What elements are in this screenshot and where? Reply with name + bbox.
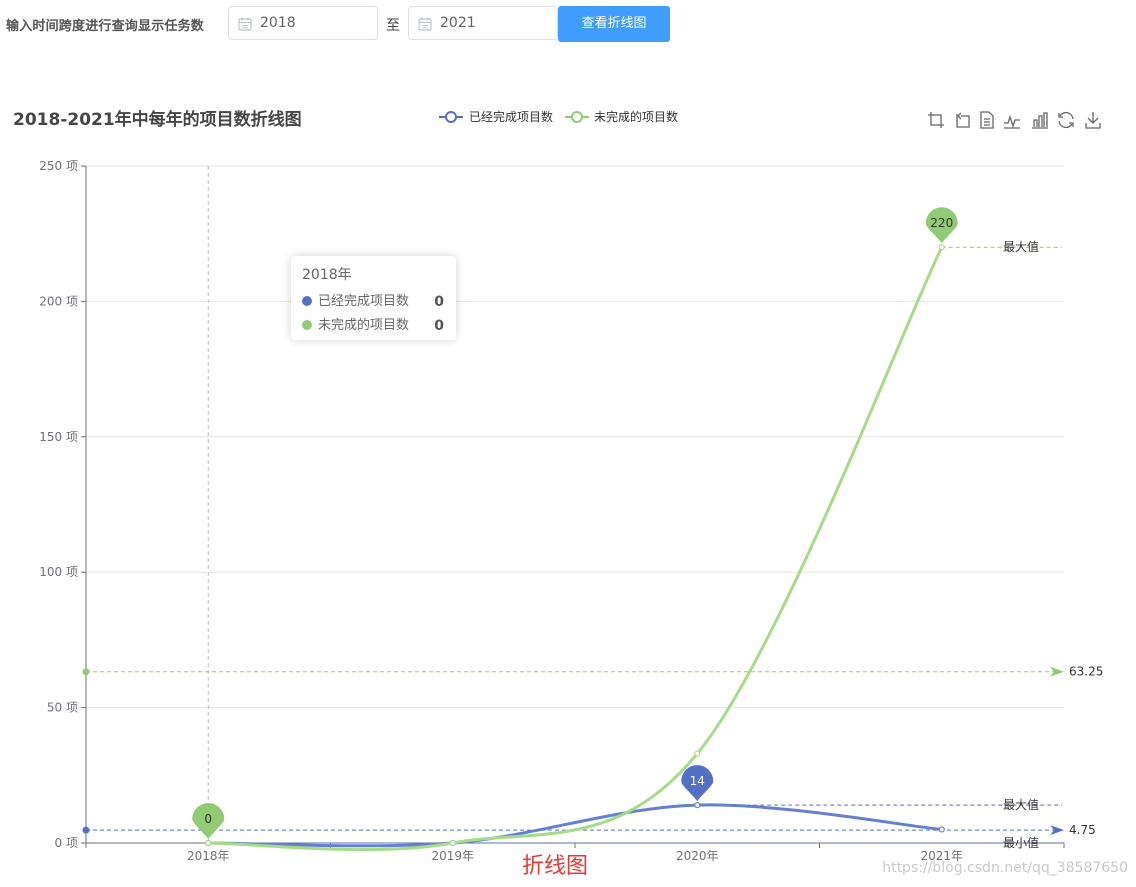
data-point [694,750,701,757]
y-tick-label: 150 项 [39,430,78,444]
min-point-pin: 0 [192,803,225,839]
y-tick-label: 100 项 [39,565,78,579]
ref-line-label: 最小值 [1003,835,1039,850]
ref-start-dot [82,826,90,834]
tooltip-row-uncompleted: 未完成的项目数 0 [302,314,445,338]
max-point-pin: 14 [681,765,714,802]
series-line [208,803,942,848]
y-tick-label: 50 项 [47,701,78,715]
y-tick-label: 250 项 [39,159,78,173]
ref-line-label: 63.25 [1069,665,1103,679]
data-view-icon[interactable] [980,111,994,129]
x-tick-label: 2020年 [676,849,719,863]
bar-type-icon[interactable] [1032,112,1048,129]
data-point [938,826,945,833]
tooltip-series-name: 未完成的项目数 [318,318,410,333]
chart-toolbox [928,111,1101,129]
zoom-reset-icon[interactable] [956,112,970,128]
tooltip: 2018年 已经完成项目数 0 未完成的项目数 0 [291,256,456,340]
legend-label-uncompleted: 未完成的项目数 [594,109,678,124]
watermark-caption: 折线图 [522,854,589,879]
legend-item-completed[interactable]: 已经完成项目数 [439,109,553,124]
data-point [938,244,945,251]
legend: 已经完成项目数 未完成的项目数 [439,109,678,124]
average-line: 63.25 [82,665,1103,679]
ref-line-label: 4.75 [1069,823,1096,837]
tooltip-series-value: 0 [434,294,444,310]
pin-label: 0 [204,812,212,826]
max-point-pin: 220 [925,207,958,244]
reference-lines: 4.75 最大值最小值 63.25 最大值 [82,239,1103,850]
data-point [205,839,212,847]
tooltip-title: 2018年 [302,267,352,283]
grid-lines [86,165,1064,709]
series-dot-icon [302,296,312,306]
tooltip-series-value: 0 [434,318,444,334]
legend-label-completed: 已经完成项目数 [469,109,553,124]
data-point [694,801,701,809]
x-tick-label: 2018年 [187,849,230,863]
max-line: 最大值 [697,797,1062,812]
series-dot-icon [302,320,312,330]
pin-label: 220 [930,216,953,230]
axes: 0 项 50 项 100 项 150 项 200 项 250 项 2018年 2019年 202… [39,159,1065,863]
chart-title: 2018-2021年中每年的项目数折线图 [13,109,302,130]
ref-line-label: 最大值 [1003,239,1039,254]
tooltip-row-completed: 已经完成项目数 0 [302,290,445,314]
zoom-icon[interactable] [928,112,944,128]
data-point [449,839,456,847]
ref-line-label: 最大值 [1003,797,1039,812]
line-type-icon[interactable] [1004,114,1020,129]
ref-start-dot [82,668,90,676]
download-icon[interactable] [1085,112,1101,129]
pin-label: 14 [690,774,705,788]
max-line: 最大值 [941,239,1062,254]
legend-item-uncompleted[interactable]: 未完成的项目数 [565,109,678,124]
source-credit: https://blog.csdn.net/qq_38587650 [882,860,1128,876]
restore-icon[interactable] [1058,111,1074,129]
line-chart: 2018-2021年中每年的项目数折线图 已经完成项目数 未完成的项目数 0 项… [13,109,1103,863]
x-tick-label: 2019年 [431,849,474,863]
tooltip-series-name: 已经完成项目数 [318,294,410,309]
y-tick-label: 200 项 [39,294,78,308]
y-tick-label: 0 项 [55,836,78,850]
